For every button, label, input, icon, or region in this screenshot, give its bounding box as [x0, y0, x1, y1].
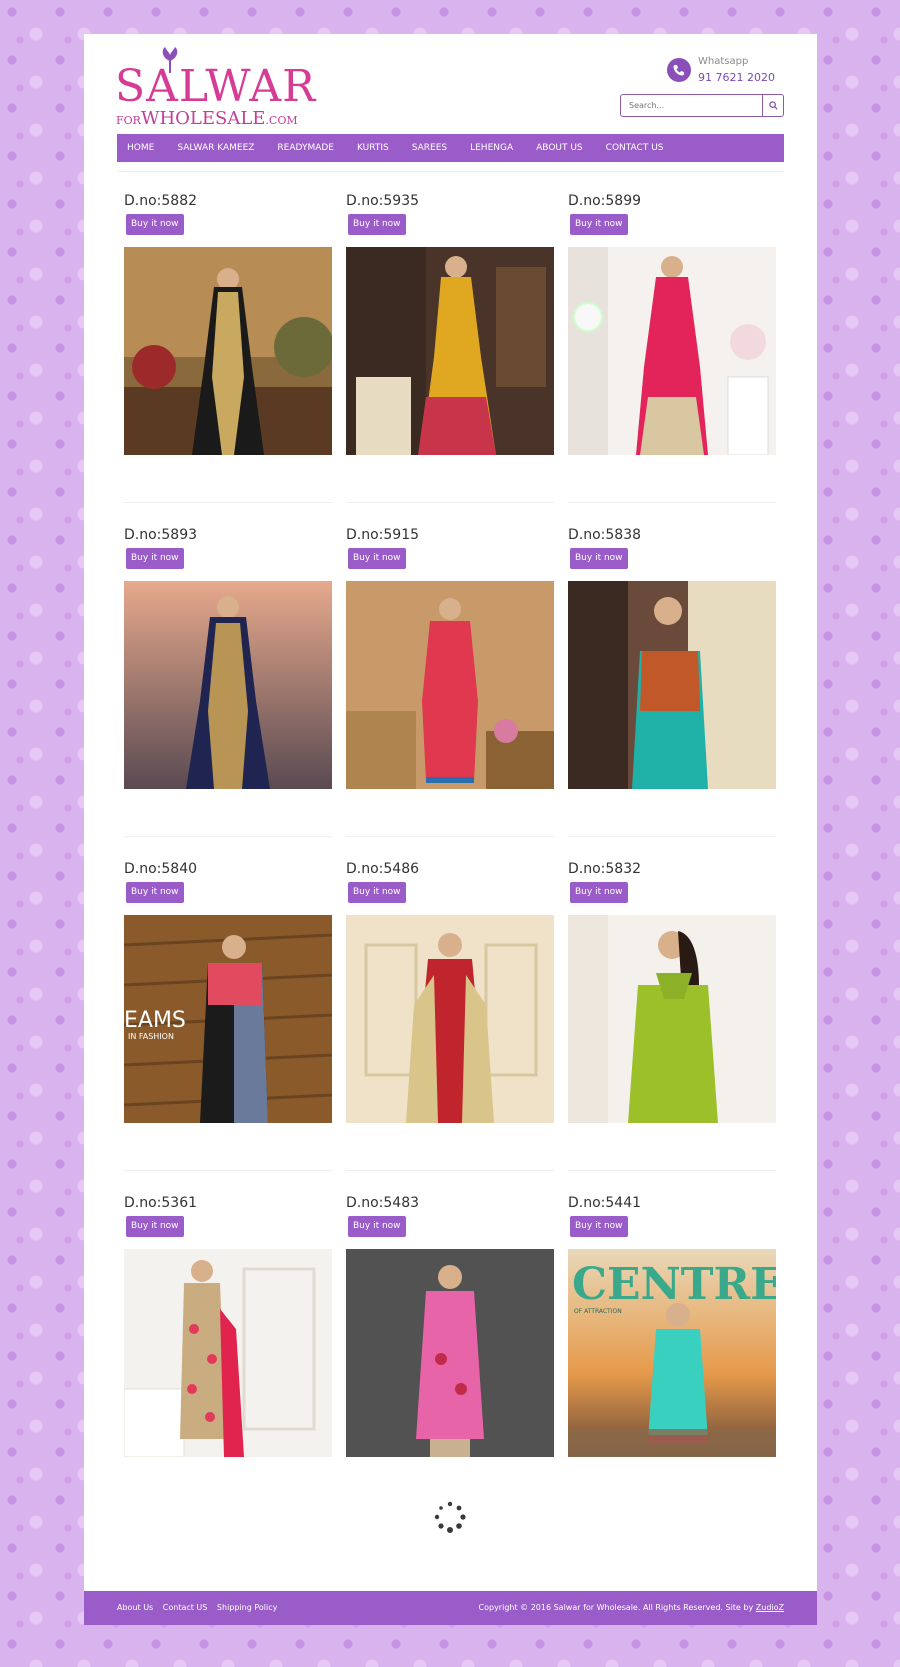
product-card: D.no:5893 Buy it now	[124, 526, 332, 837]
product-card: D.no:5882 Buy it now	[124, 192, 332, 503]
product-image[interactable]	[568, 247, 776, 455]
buy-now-button[interactable]: Buy it now	[348, 882, 406, 903]
product-title: D.no:5893	[124, 527, 198, 543]
buy-now-button[interactable]: Buy it now	[126, 214, 184, 235]
buy-now-button[interactable]: Buy it now	[348, 214, 406, 235]
card-divider	[124, 836, 332, 837]
product-card: D.no:5838 Buy it now	[568, 526, 776, 837]
product-title: D.no:5441	[568, 1195, 642, 1211]
whatsapp-number: 91 7621 2020	[698, 71, 775, 84]
product-title: D.no:5915	[346, 527, 420, 543]
product-card: D.no:5483 Buy it now	[346, 1194, 554, 1504]
logo-text-salwar: SALWAR	[115, 61, 317, 112]
product-card: D.no:5899 Buy it now	[568, 192, 776, 503]
footer-link-about[interactable]: About Us	[117, 1603, 153, 1612]
product-image[interactable]	[346, 581, 554, 789]
product-card: D.no:5441 Buy it now CENTRE OF ATTRACTIO…	[568, 1194, 776, 1504]
product-title: D.no:5838	[568, 527, 642, 543]
buy-now-button[interactable]: Buy it now	[570, 882, 628, 903]
page-container: SALWAR FORWHOLESALE.COM Whatsapp 91 7621…	[84, 34, 817, 1625]
site-logo[interactable]: SALWAR FORWHOLESALE.COM	[115, 40, 315, 136]
nav-lehenga[interactable]: LEHENGA	[470, 143, 513, 153]
product-image[interactable]	[568, 581, 776, 789]
product-image[interactable]	[346, 247, 554, 455]
site-footer: About Us Contact US Shipping Policy Copy…	[84, 1591, 817, 1625]
product-image[interactable]	[346, 1249, 554, 1457]
product-title: D.no:5899	[568, 193, 642, 209]
loading-spinner-icon	[434, 1501, 466, 1533]
product-image[interactable]	[346, 915, 554, 1123]
product-card: D.no:5915 Buy it now	[346, 526, 554, 837]
nav-about-us[interactable]: ABOUT US	[536, 143, 583, 153]
product-title: D.no:5840	[124, 861, 198, 877]
nav-home[interactable]: HOME	[127, 143, 154, 153]
buy-now-button[interactable]: Buy it now	[126, 548, 184, 569]
logo-text-forwholesale: FORWHOLESALE.COM	[116, 108, 298, 129]
card-divider	[124, 1170, 332, 1171]
product-image[interactable]	[124, 1249, 332, 1457]
product-card: D.no:5840 Buy it now EAMS IN FASHION	[124, 860, 332, 1171]
product-title: D.no:5486	[346, 861, 420, 877]
nav-sarees[interactable]: SAREES	[412, 143, 447, 153]
product-title: D.no:5882	[124, 193, 198, 209]
copyright-text: Copyright © 2016 Salwar for Wholesale. A…	[478, 1603, 784, 1612]
search-icon	[768, 101, 778, 110]
footer-link-shipping[interactable]: Shipping Policy	[217, 1603, 277, 1612]
overlay-sub: OF ATTRACTION	[574, 1308, 622, 1315]
buy-now-button[interactable]: Buy it now	[348, 1216, 406, 1237]
header-divider	[117, 171, 784, 172]
product-image[interactable]: EAMS IN FASHION	[124, 915, 332, 1123]
footer-link-contact[interactable]: Contact US	[163, 1603, 208, 1612]
nav-salwar-kameez[interactable]: SALWAR KAMEEZ	[177, 143, 254, 153]
product-image[interactable]	[124, 581, 332, 789]
product-image[interactable]: CENTRE OF ATTRACTION	[568, 1249, 776, 1457]
nav-kurtis[interactable]: KURTIS	[357, 143, 389, 153]
card-divider	[346, 836, 554, 837]
search-box	[620, 94, 784, 117]
buy-now-button[interactable]: Buy it now	[126, 882, 184, 903]
search-input[interactable]	[627, 97, 759, 114]
buy-now-button[interactable]: Buy it now	[126, 1216, 184, 1237]
overlay-text: EAMS	[124, 1008, 186, 1033]
card-divider	[568, 836, 776, 837]
product-card: D.no:5486 Buy it now	[346, 860, 554, 1171]
whatsapp-label: Whatsapp	[698, 56, 749, 67]
nav-readymade[interactable]: READYMADE	[277, 143, 334, 153]
card-divider	[346, 502, 554, 503]
product-title: D.no:5935	[346, 193, 420, 209]
footer-links: About Us Contact US Shipping Policy	[117, 1603, 284, 1612]
footer-credit-link[interactable]: ZudioZ	[756, 1603, 784, 1612]
overlay-text: CENTRE	[572, 1259, 776, 1310]
buy-now-button[interactable]: Buy it now	[570, 548, 628, 569]
card-divider	[568, 502, 776, 503]
search-button[interactable]	[762, 95, 783, 116]
product-card: D.no:5361 Buy it now	[124, 1194, 332, 1504]
product-card: D.no:5935 Buy it now	[346, 192, 554, 503]
product-image[interactable]	[124, 247, 332, 455]
nav-contact-us[interactable]: CONTACT US	[606, 143, 664, 153]
product-card: D.no:5832 Buy it now	[568, 860, 776, 1171]
product-title: D.no:5483	[346, 1195, 420, 1211]
product-image[interactable]	[568, 915, 776, 1123]
buy-now-button[interactable]: Buy it now	[570, 214, 628, 235]
card-divider	[568, 1170, 776, 1171]
phone-icon	[667, 58, 691, 82]
buy-now-button[interactable]: Buy it now	[348, 548, 406, 569]
buy-now-button[interactable]: Buy it now	[570, 1216, 628, 1237]
product-title: D.no:5832	[568, 861, 642, 877]
main-nav: HOME SALWAR KAMEEZ READYMADE KURTIS SARE…	[117, 134, 784, 162]
whatsapp-contact[interactable]: Whatsapp 91 7621 2020	[667, 54, 787, 94]
card-divider	[124, 502, 332, 503]
overlay-sub: IN FASHION	[128, 1032, 174, 1041]
product-title: D.no:5361	[124, 1195, 198, 1211]
card-divider	[346, 1170, 554, 1171]
